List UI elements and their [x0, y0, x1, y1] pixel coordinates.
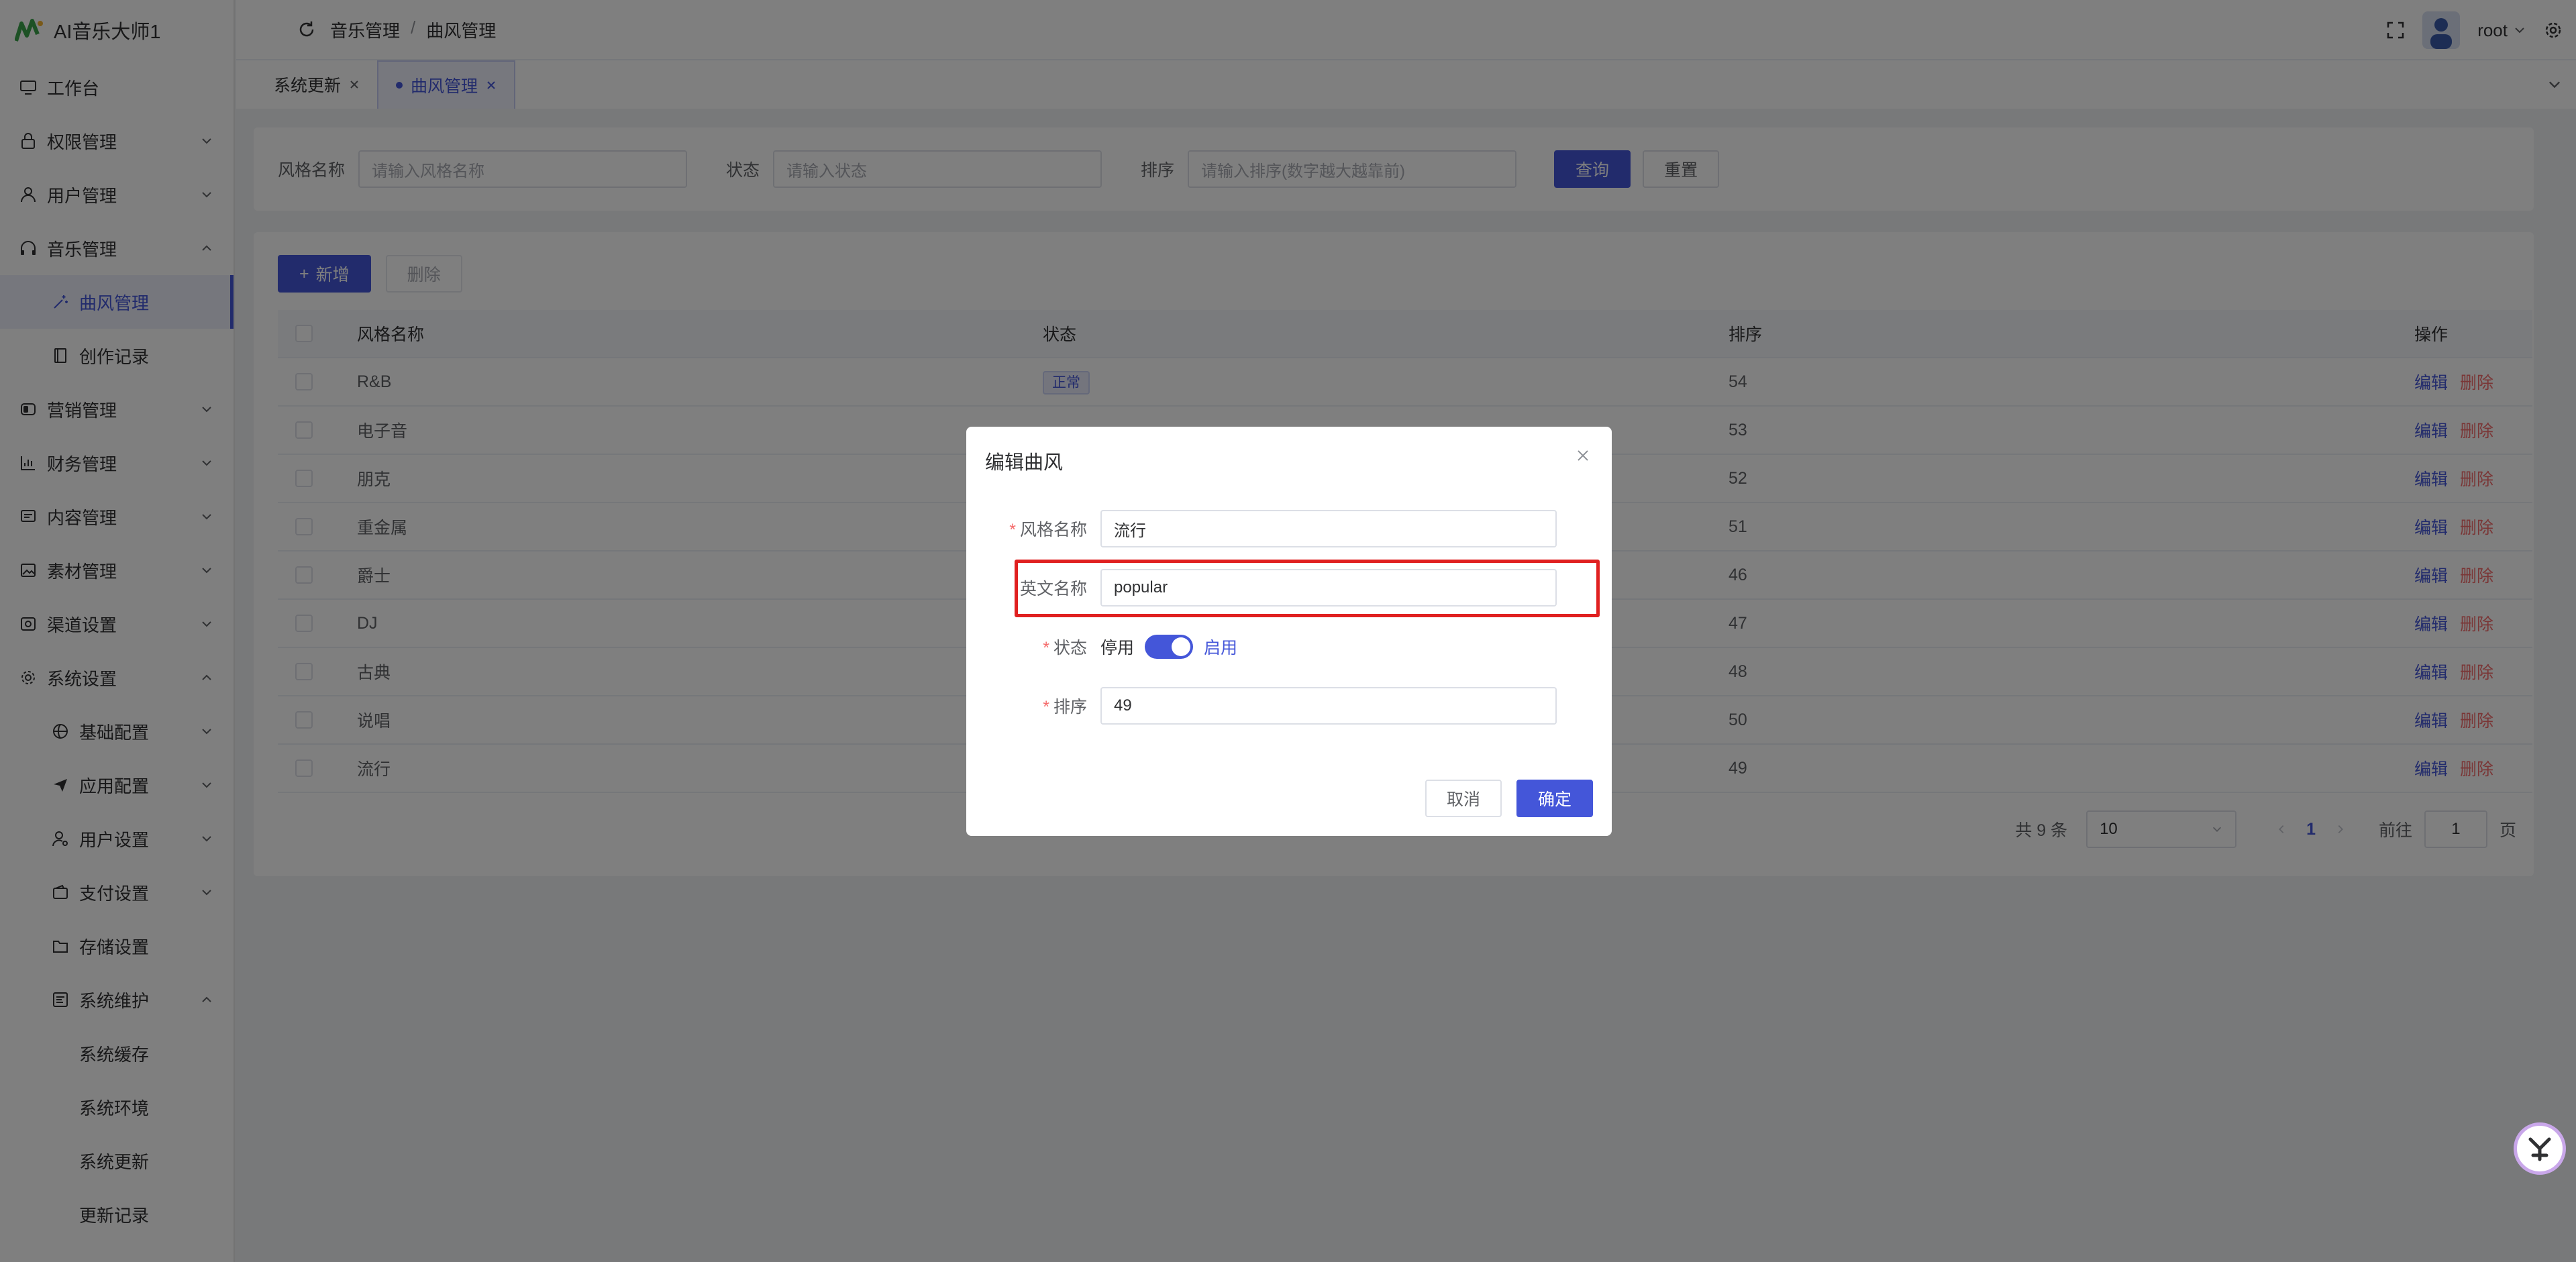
style-name-label: * 风格名称	[966, 517, 1100, 541]
label-text: 风格名称	[1019, 521, 1087, 539]
form-row-sort: * 排序 49	[966, 686, 1612, 726]
required-mark: *	[1043, 698, 1049, 717]
style-name-field[interactable]: 流行	[1100, 510, 1557, 547]
required-mark: *	[1009, 521, 1016, 539]
form-row-english-name: 英文名称 popular	[966, 568, 1612, 608]
field-value: 流行	[1114, 521, 1146, 540]
confirm-button[interactable]: 确定	[1516, 780, 1593, 817]
toggle-knob	[1172, 637, 1191, 656]
form-row-style-name: * 风格名称 流行	[966, 509, 1612, 549]
status-switch-group: 停用 启用	[1100, 635, 1237, 659]
assistant-button[interactable]	[2514, 1122, 2566, 1175]
close-icon[interactable]	[1574, 447, 1592, 464]
status-toggle[interactable]	[1145, 635, 1194, 659]
label-text: 排序	[1053, 698, 1087, 717]
app: AI音乐大师1 工作台 权限管理 用户管理 音乐管理 曲风管理 创作记录	[0, 0, 2576, 1262]
edit-style-dialog: 编辑曲风 * 风格名称 流行 英文名称 popular * 状态 停用 启用 * 排序…	[966, 427, 1612, 836]
field-value: popular	[1114, 578, 1168, 596]
status-off-label[interactable]: 停用	[1100, 635, 1134, 659]
dialog-title: 编辑曲风	[985, 452, 1064, 474]
dialog-footer: 取消 确定	[1425, 780, 1593, 817]
sort-label: * 排序	[966, 694, 1100, 718]
status-label: * 状态	[966, 635, 1100, 659]
sort-field[interactable]: 49	[1100, 687, 1557, 725]
assistant-icon	[2528, 1137, 2551, 1161]
field-value: 49	[1114, 696, 1132, 715]
status-on-label[interactable]: 启用	[1204, 635, 1237, 659]
required-mark: *	[1043, 639, 1049, 658]
label-text: 状态	[1053, 639, 1087, 658]
english-name-field[interactable]: popular	[1100, 569, 1557, 607]
cancel-button[interactable]: 取消	[1425, 780, 1502, 817]
english-name-label: 英文名称	[1019, 580, 1087, 598]
form-row-status: * 状态 停用 启用	[966, 627, 1612, 667]
